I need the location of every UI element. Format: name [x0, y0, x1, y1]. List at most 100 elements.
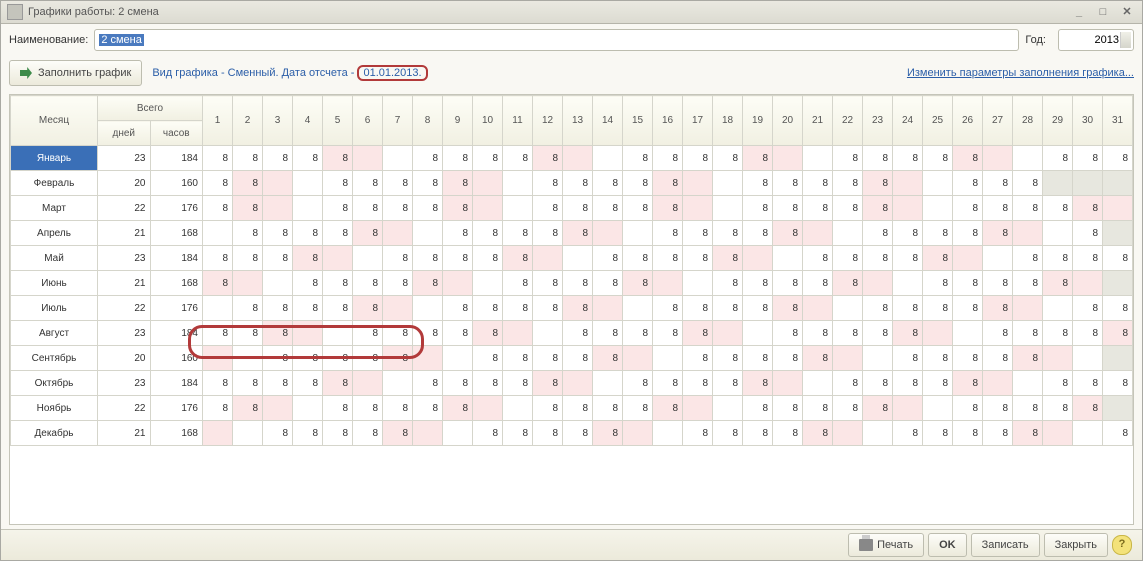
day-cell[interactable]: 8 [203, 271, 233, 296]
day-cell[interactable]: 8 [1073, 221, 1103, 246]
day-cell[interactable] [503, 321, 533, 346]
day-cell[interactable]: 8 [563, 396, 593, 421]
day-cell[interactable]: 8 [353, 271, 383, 296]
day-cell[interactable]: 8 [323, 146, 353, 171]
day-cell[interactable] [1043, 296, 1073, 321]
day-cell[interactable]: 8 [263, 371, 293, 396]
day-cell[interactable]: 8 [203, 246, 233, 271]
close-form-button[interactable]: Закрыть [1044, 533, 1108, 557]
day-cell[interactable]: 8 [563, 421, 593, 446]
day-cell[interactable]: 8 [503, 346, 533, 371]
day-cell[interactable]: 8 [233, 296, 263, 321]
day-cell[interactable]: 8 [833, 171, 863, 196]
table-row[interactable]: Сентябрь2016088888888888888888888 [11, 346, 1133, 371]
day-cell[interactable]: 8 [473, 296, 503, 321]
day-cell[interactable]: 8 [863, 296, 893, 321]
day-cell[interactable] [683, 396, 713, 421]
day-cell[interactable]: 8 [413, 321, 443, 346]
day-cell[interactable]: 8 [323, 221, 353, 246]
day-cell[interactable]: 8 [233, 196, 263, 221]
day-cell[interactable]: 8 [953, 271, 983, 296]
day-cell[interactable] [593, 296, 623, 321]
day-cell[interactable]: 8 [323, 296, 353, 321]
day-cell[interactable]: 8 [323, 371, 353, 396]
day-cell[interactable]: 8 [923, 296, 953, 321]
day-cell[interactable]: 8 [503, 221, 533, 246]
day-cell[interactable]: 8 [503, 246, 533, 271]
day-cell[interactable]: 8 [503, 421, 533, 446]
day-cell[interactable]: 8 [893, 146, 923, 171]
day-cell[interactable]: 8 [293, 146, 323, 171]
day-cell[interactable]: 8 [293, 271, 323, 296]
day-cell[interactable]: 8 [1013, 396, 1043, 421]
day-cell[interactable]: 8 [803, 196, 833, 221]
day-cell[interactable]: 8 [653, 146, 683, 171]
day-cell[interactable]: 8 [653, 321, 683, 346]
day-cell[interactable]: 8 [593, 171, 623, 196]
day-cell[interactable]: 8 [293, 346, 323, 371]
day-cell[interactable]: 8 [473, 371, 503, 396]
day-cell[interactable] [413, 421, 443, 446]
day-cell[interactable] [1103, 271, 1133, 296]
day-cell[interactable] [803, 371, 833, 396]
day-cell[interactable] [263, 171, 293, 196]
day-cell[interactable]: 8 [1103, 421, 1133, 446]
day-cell[interactable] [323, 321, 353, 346]
day-cell[interactable]: 8 [383, 271, 413, 296]
day-cell[interactable]: 8 [683, 146, 713, 171]
day-cell[interactable] [1103, 171, 1133, 196]
day-cell[interactable]: 8 [503, 146, 533, 171]
day-cell[interactable]: 8 [1013, 321, 1043, 346]
day-cell[interactable]: 8 [863, 246, 893, 271]
day-cell[interactable] [413, 296, 443, 321]
day-cell[interactable]: 8 [623, 321, 653, 346]
day-cell[interactable]: 8 [1073, 196, 1103, 221]
day-cell[interactable]: 8 [683, 296, 713, 321]
day-cell[interactable]: 8 [383, 346, 413, 371]
day-cell[interactable] [1013, 371, 1043, 396]
day-cell[interactable]: 8 [983, 221, 1013, 246]
day-cell[interactable]: 8 [1043, 271, 1073, 296]
day-cell[interactable]: 8 [203, 146, 233, 171]
day-cell[interactable]: 8 [563, 196, 593, 221]
fill-schedule-button[interactable]: Заполнить график [9, 60, 142, 86]
change-params-link[interactable]: Изменить параметры заполнения графика... [907, 67, 1134, 79]
day-cell[interactable] [863, 421, 893, 446]
day-cell[interactable]: 8 [863, 371, 893, 396]
day-cell[interactable]: 8 [323, 396, 353, 421]
day-cell[interactable] [653, 271, 683, 296]
day-cell[interactable]: 8 [743, 271, 773, 296]
day-cell[interactable]: 8 [953, 296, 983, 321]
day-cell[interactable] [503, 396, 533, 421]
day-cell[interactable]: 8 [1073, 296, 1103, 321]
day-cell[interactable] [383, 221, 413, 246]
day-cell[interactable]: 8 [353, 171, 383, 196]
day-cell[interactable]: 8 [1043, 246, 1073, 271]
day-cell[interactable]: 8 [683, 321, 713, 346]
day-cell[interactable]: 8 [293, 421, 323, 446]
day-cell[interactable]: 8 [803, 171, 833, 196]
day-cell[interactable] [473, 171, 503, 196]
day-cell[interactable]: 8 [413, 196, 443, 221]
day-cell[interactable]: 8 [533, 221, 563, 246]
day-cell[interactable] [413, 346, 443, 371]
table-row[interactable]: Август2318488888888888888888888888 [11, 321, 1133, 346]
day-cell[interactable] [383, 371, 413, 396]
day-cell[interactable] [623, 296, 653, 321]
day-cell[interactable] [1103, 221, 1133, 246]
day-cell[interactable] [1013, 146, 1043, 171]
day-cell[interactable]: 8 [563, 321, 593, 346]
day-cell[interactable] [1103, 396, 1133, 421]
day-cell[interactable] [893, 396, 923, 421]
day-cell[interactable]: 8 [863, 146, 893, 171]
day-cell[interactable]: 8 [773, 221, 803, 246]
day-cell[interactable]: 8 [383, 396, 413, 421]
help-button[interactable]: ? [1112, 535, 1132, 555]
day-cell[interactable]: 8 [593, 396, 623, 421]
day-cell[interactable] [1043, 421, 1073, 446]
day-cell[interactable]: 8 [653, 246, 683, 271]
day-cell[interactable] [293, 171, 323, 196]
day-cell[interactable] [233, 421, 263, 446]
day-cell[interactable]: 8 [773, 296, 803, 321]
day-cell[interactable] [1043, 221, 1073, 246]
